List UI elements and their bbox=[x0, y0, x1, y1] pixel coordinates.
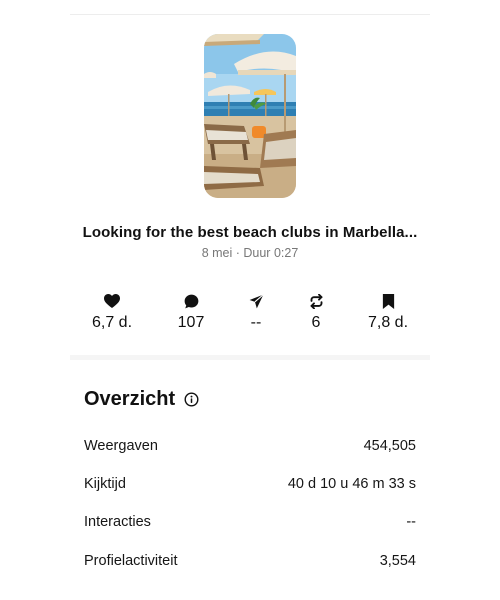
beach-club-image bbox=[204, 34, 296, 198]
repost-icon bbox=[276, 292, 356, 310]
engagement-stats: 6,7 d. 107 -- 6 7,8 d. bbox=[0, 292, 500, 342]
stat-reposts[interactable]: 6 bbox=[276, 292, 356, 332]
metric-row-profielactiviteit: Profielactiviteit 3,554 bbox=[84, 550, 416, 572]
metric-label: Weergaven bbox=[84, 438, 158, 454]
post-thumbnail[interactable] bbox=[204, 34, 296, 198]
metric-row-kijktijd: Kijktijd 40 d 10 u 46 m 33 s bbox=[84, 473, 416, 495]
saves-count: 7,8 d. bbox=[367, 314, 409, 331]
section-divider bbox=[70, 355, 430, 360]
top-divider bbox=[70, 14, 430, 15]
overview-title: Overzicht bbox=[84, 388, 176, 410]
post-meta: 8 mei · Duur 0:27 bbox=[201, 246, 299, 260]
bookmark-icon bbox=[348, 292, 428, 310]
metric-label: Profielactiviteit bbox=[84, 553, 178, 569]
stat-likes[interactable]: 6,7 d. bbox=[72, 292, 152, 332]
heart-icon bbox=[72, 292, 152, 310]
stat-saves[interactable]: 7,8 d. bbox=[348, 292, 428, 332]
info-icon[interactable] bbox=[184, 392, 199, 407]
metric-label: Interacties bbox=[84, 514, 151, 530]
metric-value: 3,554 bbox=[379, 553, 416, 569]
metric-value: 40 d 10 u 46 m 33 s bbox=[287, 476, 416, 492]
overview-heading: Overzicht bbox=[84, 388, 199, 411]
likes-count: 6,7 d. bbox=[91, 314, 133, 331]
post-title: Looking for the best beach clubs in Marb… bbox=[82, 224, 418, 241]
reposts-count: 6 bbox=[311, 314, 321, 331]
metric-row-interacties: Interacties -- bbox=[84, 511, 416, 533]
metric-value: -- bbox=[406, 514, 416, 530]
metric-row-weergaven: Weergaven 454,505 bbox=[84, 435, 416, 457]
metric-value: 454,505 bbox=[363, 438, 416, 454]
metric-label: Kijktijd bbox=[84, 476, 126, 492]
